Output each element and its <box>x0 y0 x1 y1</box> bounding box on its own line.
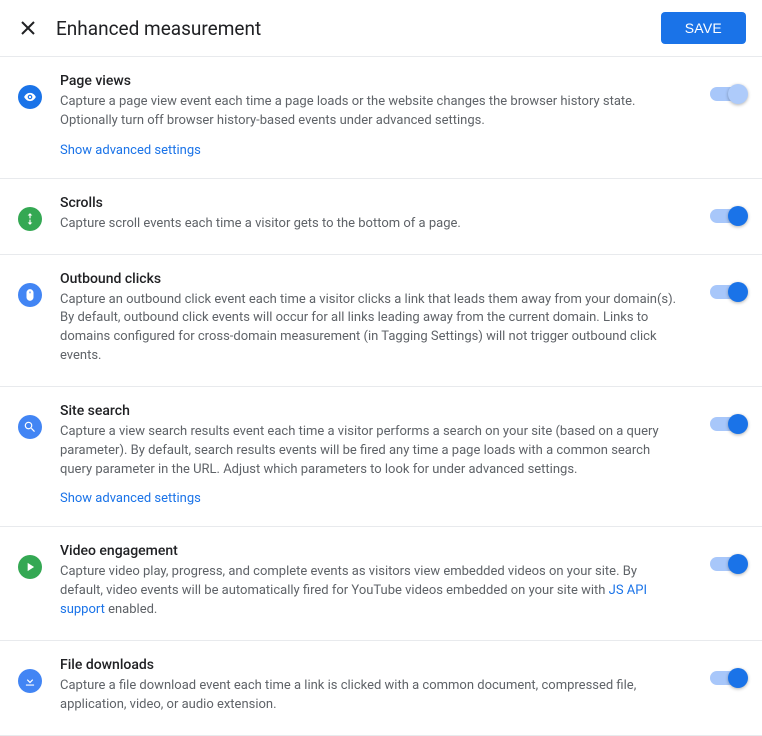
toggle-switch[interactable] <box>710 417 746 431</box>
icon-column <box>16 657 44 693</box>
setting-row: Outbound clicks Capture an outbound click… <box>0 255 762 387</box>
show-advanced-settings-link[interactable]: Show advanced settings <box>60 143 201 158</box>
text-column: Scrolls Capture scroll events each time a… <box>60 195 680 234</box>
toggle-switch <box>710 87 746 101</box>
text-column: Site search Capture a view search results… <box>60 403 680 507</box>
search-icon <box>18 415 42 439</box>
setting-row: Video engagement Capture video play, prog… <box>0 527 762 641</box>
icon-column <box>16 271 44 307</box>
setting-description: Capture a view search results event each… <box>60 423 680 480</box>
close-button[interactable] <box>16 16 40 40</box>
setting-title: Scrolls <box>60 195 680 211</box>
toggle-knob <box>728 84 748 104</box>
setting-row: File downloads Capture a file download ev… <box>0 641 762 736</box>
download-icon <box>18 669 42 693</box>
toggle-knob <box>728 554 748 574</box>
eye-icon <box>18 85 42 109</box>
mouse-icon <box>18 283 42 307</box>
setting-row: Page views Capture a page view event each… <box>0 57 762 179</box>
show-advanced-settings-link[interactable]: Show advanced settings <box>60 491 201 506</box>
toggle-column <box>696 73 746 101</box>
setting-description: Capture video play, progress, and comple… <box>60 563 680 620</box>
setting-row: Site search Capture a view search results… <box>0 387 762 528</box>
play-icon <box>18 555 42 579</box>
setting-title: File downloads <box>60 657 680 673</box>
icon-column <box>16 73 44 109</box>
toggle-switch[interactable] <box>710 209 746 223</box>
toggle-knob <box>728 668 748 688</box>
text-column: Page views Capture a page view event each… <box>60 73 680 158</box>
toggle-knob <box>728 414 748 434</box>
toggle-knob <box>728 206 748 226</box>
settings-list: Page views Capture a page view event each… <box>0 57 762 736</box>
toggle-column <box>696 657 746 685</box>
text-column: Outbound clicks Capture an outbound click… <box>60 271 680 366</box>
save-button[interactable]: SAVE <box>661 12 746 44</box>
setting-title: Page views <box>60 73 680 89</box>
text-column: File downloads Capture a file download ev… <box>60 657 680 715</box>
icon-column <box>16 403 44 439</box>
header: Enhanced measurement SAVE <box>0 0 762 57</box>
close-icon <box>21 21 35 35</box>
toggle-column <box>696 195 746 223</box>
setting-description: Capture an outbound click event each tim… <box>60 291 680 366</box>
toggle-switch[interactable] <box>710 557 746 571</box>
toggle-column <box>696 403 746 431</box>
setting-description: Capture a file download event each time … <box>60 677 680 715</box>
setting-title: Video engagement <box>60 543 680 559</box>
toggle-knob <box>728 282 748 302</box>
text-column: Video engagement Capture video play, prog… <box>60 543 680 620</box>
page-title: Enhanced measurement <box>56 17 661 40</box>
setting-title: Outbound clicks <box>60 271 680 287</box>
toggle-column <box>696 271 746 299</box>
icon-column <box>16 543 44 579</box>
setting-description: Capture scroll events each time a visito… <box>60 215 680 234</box>
setting-row: Scrolls Capture scroll events each time a… <box>0 179 762 255</box>
icon-column <box>16 195 44 231</box>
setting-title: Site search <box>60 403 680 419</box>
toggle-column <box>696 543 746 571</box>
toggle-switch[interactable] <box>710 671 746 685</box>
scroll-icon <box>18 207 42 231</box>
toggle-switch[interactable] <box>710 285 746 299</box>
setting-description: Capture a page view event each time a pa… <box>60 93 680 131</box>
